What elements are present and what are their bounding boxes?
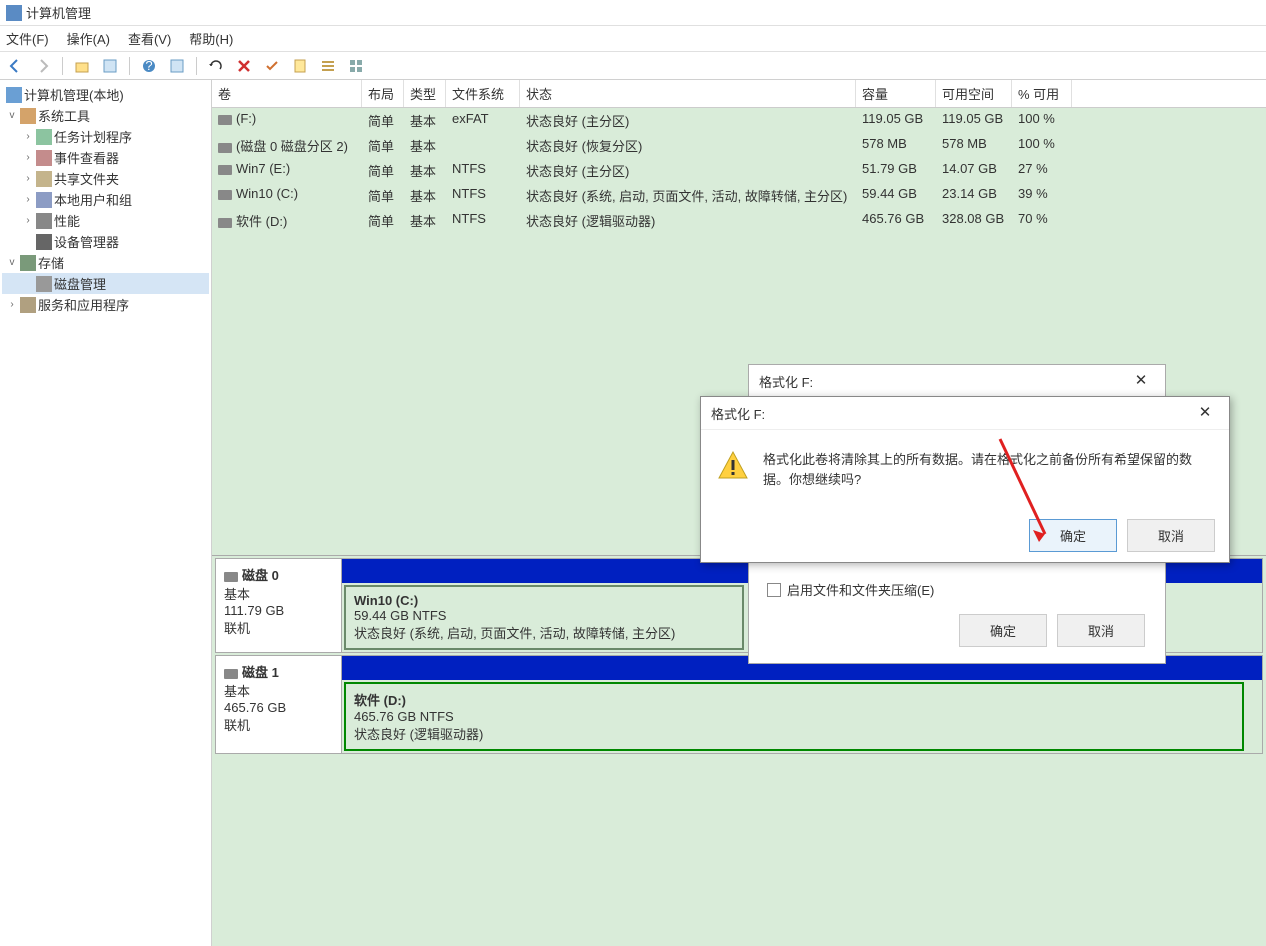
tree-users[interactable]: ›本地用户和组: [2, 189, 209, 210]
hdr-status[interactable]: 状态: [520, 80, 856, 107]
toolbar: ?: [0, 52, 1266, 80]
titlebar: 计算机管理: [0, 0, 1266, 26]
tree-perf[interactable]: ›性能: [2, 210, 209, 231]
tree-systools[interactable]: v系统工具: [2, 105, 209, 126]
window-title: 计算机管理: [26, 3, 91, 22]
bg-cancel-button[interactable]: 取消: [1057, 614, 1145, 647]
back-icon[interactable]: [4, 55, 26, 77]
volume-row[interactable]: 软件 (D:)简单基本NTFS状态良好 (逻辑驱动器)465.76 GB328.…: [212, 208, 1266, 233]
tree-diskmgr[interactable]: 磁盘管理: [2, 273, 209, 294]
svg-text:?: ?: [145, 58, 152, 73]
props-icon[interactable]: [99, 55, 121, 77]
menu-action[interactable]: 操作(A): [67, 29, 110, 48]
disk-row: 磁盘 1基本465.76 GB联机软件 (D:)465.76 GB NTFS状态…: [215, 655, 1263, 754]
refresh-icon[interactable]: [205, 55, 227, 77]
fwd-icon[interactable]: [32, 55, 54, 77]
confirm-dialog: 格式化 F: ✕ 格式化此卷将清除其上的所有数据。请在格式化之前备份所有希望保留…: [700, 396, 1230, 563]
tree-storage[interactable]: v存储: [2, 252, 209, 273]
close-icon[interactable]: ✕: [1127, 371, 1155, 391]
tree-task[interactable]: ›任务计划程序: [2, 126, 209, 147]
menu-view[interactable]: 查看(V): [128, 29, 171, 48]
separator: [62, 57, 63, 75]
tree-share[interactable]: ›共享文件夹: [2, 168, 209, 189]
tree-event[interactable]: ›事件查看器: [2, 147, 209, 168]
hdr-free[interactable]: 可用空间: [936, 80, 1012, 107]
partition[interactable]: 软件 (D:)465.76 GB NTFS状态良好 (逻辑驱动器): [344, 682, 1244, 751]
cancel-button[interactable]: 取消: [1127, 519, 1215, 552]
check-icon[interactable]: [261, 55, 283, 77]
bg-dialog-title: 格式化 F: ✕: [749, 365, 1165, 398]
hdr-volume[interactable]: 卷: [212, 80, 362, 107]
separator: [196, 57, 197, 75]
bg-ok-button[interactable]: 确定: [959, 614, 1047, 647]
volume-row[interactable]: (磁盘 0 磁盘分区 2)简单基本状态良好 (恢复分区)578 MB578 MB…: [212, 133, 1266, 158]
tree-services[interactable]: ›服务和应用程序: [2, 294, 209, 315]
volume-row[interactable]: Win10 (C:)简单基本NTFS状态良好 (系统, 启动, 页面文件, 活动…: [212, 183, 1266, 208]
dialog-titlebar: 格式化 F: ✕: [701, 397, 1229, 430]
dialog-body: 格式化此卷将清除其上的所有数据。请在格式化之前备份所有希望保留的数据。你想继续吗…: [701, 430, 1229, 509]
hdr-layout[interactable]: 布局: [362, 80, 404, 107]
hdr-pct[interactable]: % 可用: [1012, 80, 1072, 107]
dialog-title: 格式化 F:: [711, 404, 765, 423]
volume-header: 卷 布局 类型 文件系统 状态 容量 可用空间 % 可用: [212, 80, 1266, 108]
tree-devmgr[interactable]: 设备管理器: [2, 231, 209, 252]
delete-icon[interactable]: [233, 55, 255, 77]
disk-label[interactable]: 磁盘 1基本465.76 GB联机: [216, 656, 342, 753]
menu-help[interactable]: 帮助(H): [189, 29, 233, 48]
list-icon[interactable]: [317, 55, 339, 77]
view-icon[interactable]: [166, 55, 188, 77]
menu-file[interactable]: 文件(F): [6, 29, 49, 48]
partition[interactable]: Win10 (C:)59.44 GB NTFS状态良好 (系统, 启动, 页面文…: [344, 585, 744, 650]
dialog-buttons: 确定 取消: [701, 509, 1229, 562]
grid-icon[interactable]: [345, 55, 367, 77]
compress-checkbox[interactable]: 启用文件和文件夹压缩(E): [767, 576, 934, 603]
volume-row[interactable]: Win7 (E:)简单基本NTFS状态良好 (主分区)51.79 GB14.07…: [212, 158, 1266, 183]
help-icon[interactable]: ?: [138, 55, 160, 77]
checkbox-icon[interactable]: [767, 583, 781, 597]
app-icon: [6, 5, 22, 21]
warning-icon: [717, 450, 749, 482]
menubar: 文件(F) 操作(A) 查看(V) 帮助(H): [0, 26, 1266, 52]
new-icon[interactable]: [289, 55, 311, 77]
tree-root[interactable]: 计算机管理(本地): [2, 84, 209, 105]
hdr-fs[interactable]: 文件系统: [446, 80, 520, 107]
close-icon[interactable]: ✕: [1191, 403, 1219, 423]
separator: [129, 57, 130, 75]
hdr-type[interactable]: 类型: [404, 80, 446, 107]
hdr-capacity[interactable]: 容量: [856, 80, 936, 107]
volume-row[interactable]: (F:)简单基本exFAT状态良好 (主分区)119.05 GB119.05 G…: [212, 108, 1266, 133]
nav-tree: 计算机管理(本地) v系统工具 ›任务计划程序 ›事件查看器 ›共享文件夹 ›本…: [0, 80, 212, 946]
disk-label[interactable]: 磁盘 0基本111.79 GB联机: [216, 559, 342, 652]
dialog-message: 格式化此卷将清除其上的所有数据。请在格式化之前备份所有希望保留的数据。你想继续吗…: [763, 450, 1213, 489]
up-icon[interactable]: [71, 55, 93, 77]
ok-button[interactable]: 确定: [1029, 519, 1117, 552]
